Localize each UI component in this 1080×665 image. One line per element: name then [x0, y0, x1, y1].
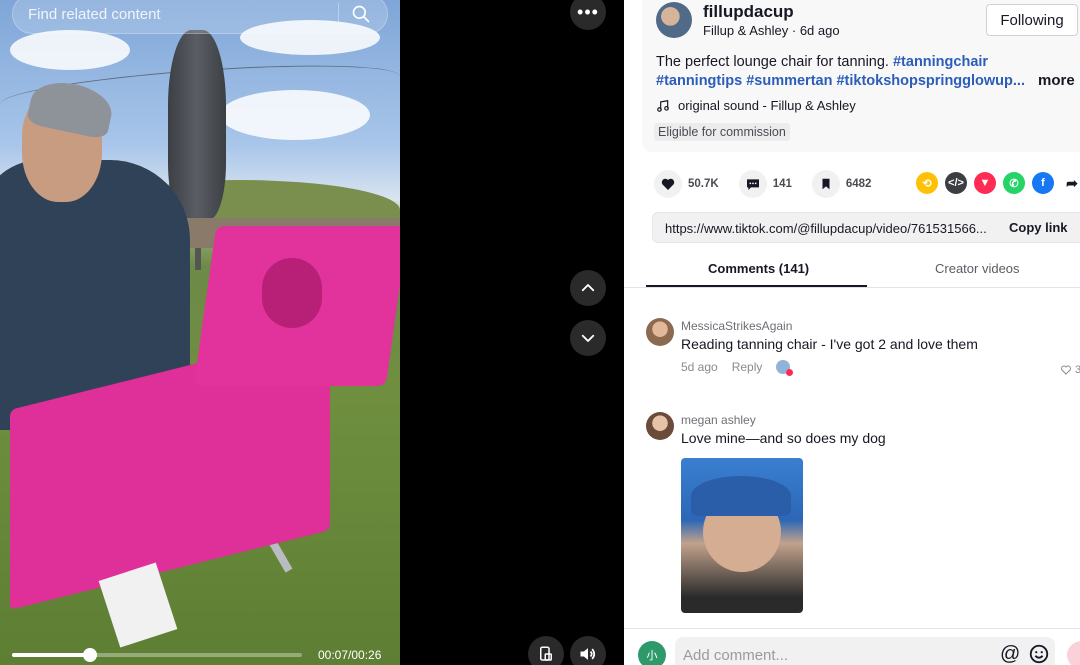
like-button[interactable]: 50.7K [654, 170, 719, 198]
chevron-up-icon [581, 284, 595, 292]
floating-player-button[interactable] [528, 636, 564, 665]
following-button[interactable]: Following [986, 4, 1078, 36]
video-time: 00:07/00:26 [318, 648, 382, 662]
search-input[interactable] [28, 5, 328, 23]
search-divider [338, 3, 339, 25]
patio-umbrella [168, 30, 226, 220]
sound-name: original sound - Fillup & Ashley [678, 98, 856, 113]
facebook-icon[interactable]: f [1032, 172, 1054, 194]
video-progress-bar[interactable] [12, 648, 302, 662]
search-icon[interactable] [351, 4, 371, 24]
author-avatar[interactable] [656, 2, 692, 38]
comment-image[interactable] [681, 458, 803, 613]
tiktok-video-page: ••• 00:07/00:26 [0, 0, 1080, 665]
previous-video-button[interactable] [570, 270, 606, 306]
repost-icon[interactable]: ⟲ [916, 172, 938, 194]
add-comment-input[interactable] [675, 637, 1055, 665]
lounge-chair-face-hole [262, 258, 322, 328]
commission-badge: Eligible for commission [654, 123, 790, 141]
chevron-down-icon [581, 334, 595, 342]
active-tab-indicator [646, 285, 867, 287]
comment-icon [738, 170, 767, 198]
share-options: ⟲ </> ▼ ✆ f ➦ [916, 172, 1080, 194]
video-url: https://www.tiktok.com/@fillupdacup/vide… [665, 221, 987, 236]
commenter-name[interactable]: MessicaStrikesAgain [681, 319, 792, 333]
tab-creator-videos[interactable]: Creator videos [935, 261, 1020, 276]
reply-button[interactable]: Reply [732, 360, 763, 374]
commenter-avatar[interactable] [646, 318, 674, 346]
post-description: The perfect lounge chair for tanning. #t… [656, 53, 1036, 91]
comment-like-button[interactable]: 3 [1060, 364, 1080, 376]
embed-icon[interactable]: </> [945, 172, 967, 194]
more-horizontal-icon: ••• [577, 1, 599, 22]
video-pane: ••• 00:07/00:26 [0, 0, 624, 665]
save-count: 6482 [845, 178, 872, 190]
bookmark-icon [811, 170, 840, 198]
author-username[interactable]: fillupdacup [703, 2, 794, 22]
copy-link-button[interactable]: Copy link [1009, 220, 1068, 235]
hashtag-link[interactable]: #tanningtips #summertan #tiktokshopsprin… [656, 73, 1025, 89]
heart-icon [654, 170, 682, 198]
engagement-actions: 50.7K 141 6482 [654, 170, 891, 198]
author-subline: Fillup & Ashley · 6d ago [703, 23, 840, 38]
more-description-link[interactable]: more [1038, 72, 1075, 89]
music-note-icon [657, 99, 669, 112]
comment-like-count: 3 [1075, 364, 1080, 376]
volume-icon [580, 648, 596, 660]
current-user-avatar[interactable]: 小 [638, 641, 666, 665]
cloud [10, 30, 130, 70]
save-button[interactable]: 6482 [811, 170, 872, 198]
more-options-button[interactable]: ••• [570, 0, 606, 30]
video-player[interactable] [0, 0, 400, 665]
comment-time: 5d ago [681, 360, 718, 374]
share-link-row: https://www.tiktok.com/@fillupdacup/vide… [652, 212, 1080, 243]
creator-liked-avatar-icon [776, 360, 794, 376]
search-bar[interactable] [12, 0, 388, 34]
hashtag-link[interactable]: #tanningchair [893, 54, 988, 70]
emoji-icon[interactable] [1028, 643, 1050, 665]
tab-comments[interactable]: Comments (141) [708, 261, 809, 276]
details-panel: fillupdacup Fillup & Ashley · 6d ago Fol… [624, 0, 1080, 665]
panel-tabs: Comments (141) Creator videos [624, 252, 1080, 288]
comment-composer: 小 @ [624, 628, 1080, 665]
commenter-avatar[interactable] [646, 412, 674, 440]
video-progress-fill [12, 653, 91, 657]
send-to-friends-icon[interactable]: ▼ [974, 172, 996, 194]
comment-button[interactable]: 141 [738, 170, 792, 198]
comment-count: 141 [772, 178, 792, 190]
comment-text: Love mine—and so does my dog [681, 430, 886, 446]
more-share-arrow-icon[interactable]: ➦ [1061, 172, 1080, 194]
post-caption: The perfect lounge chair for tanning. [656, 54, 889, 70]
picture-in-picture-icon [540, 646, 552, 661]
comment-text: Reading tanning chair - I've got 2 and l… [681, 336, 978, 352]
heart-outline-icon [1061, 365, 1071, 375]
post-comment-button[interactable] [1067, 641, 1080, 665]
commenter-name[interactable]: megan ashley [681, 413, 756, 427]
comment-meta: 5d ago Reply [681, 360, 794, 376]
mention-button[interactable]: @ [1000, 643, 1020, 665]
sound-link[interactable]: original sound - Fillup & Ashley [656, 98, 856, 113]
volume-button[interactable] [570, 636, 606, 665]
next-video-button[interactable] [570, 320, 606, 356]
like-count: 50.7K [688, 178, 719, 190]
whatsapp-icon[interactable]: ✆ [1003, 172, 1025, 194]
